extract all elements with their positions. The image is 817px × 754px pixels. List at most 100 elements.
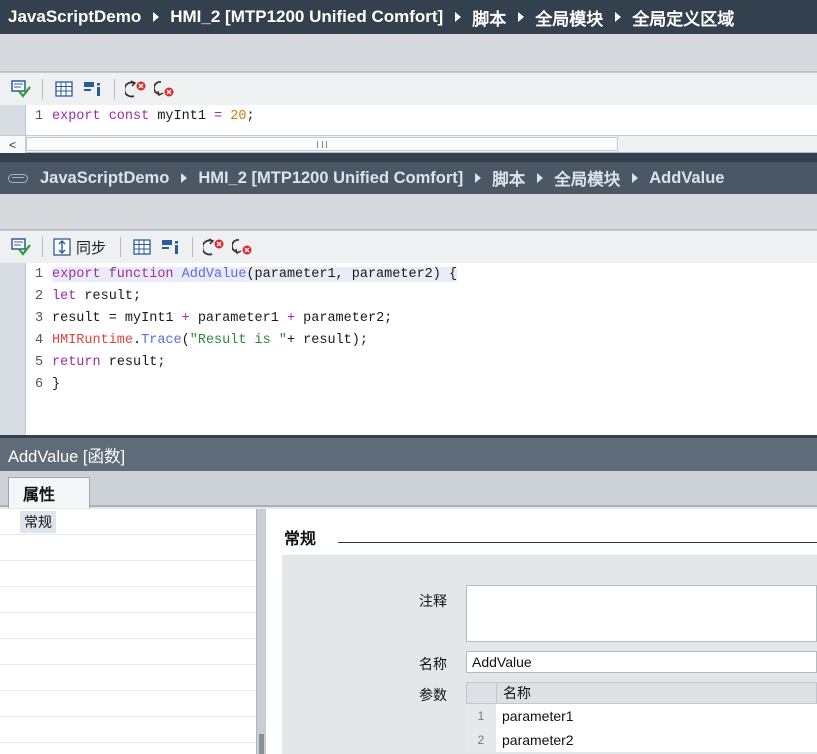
- breadcrumb-chevron-icon: [518, 12, 525, 22]
- redo-red-icon[interactable]: [232, 236, 254, 258]
- code-line[interactable]: 1 export const myInt1 = 20;: [26, 105, 255, 127]
- code-token: =: [214, 108, 231, 124]
- nav-row-empty: [0, 691, 256, 717]
- toolbar-separator: [192, 237, 194, 257]
- code-line[interactable]: 6}: [26, 373, 60, 395]
- properties-icon[interactable]: [82, 78, 104, 100]
- inspector-tabstrip: 属性: [0, 471, 817, 508]
- nav-row-empty: [0, 561, 256, 587]
- code-editor-addvalue[interactable]: 1 export function AddValue(parameter1, pa…: [0, 263, 817, 435]
- code-line[interactable]: 4 HMIRuntime.Trace("Result is "+ result);: [26, 329, 368, 351]
- line-number: 1: [34, 266, 44, 282]
- column-header-name[interactable]: 名称: [503, 683, 531, 703]
- check-in-icon[interactable]: [10, 236, 32, 258]
- horizontal-scrollbar[interactable]: <: [0, 135, 817, 153]
- code-token: ;: [246, 108, 255, 124]
- properties-icon[interactable]: [160, 236, 182, 258]
- sync-button[interactable]: 同步: [53, 237, 110, 258]
- nav-row-empty: [0, 639, 256, 665]
- breadcrumb-item[interactable]: HMI_2 [MTP1200 Unified Comfort]: [198, 169, 463, 188]
- table-grid-icon[interactable]: [53, 78, 75, 100]
- code-token: +: [181, 310, 198, 326]
- inspector-title: AddValue [函数]: [0, 438, 817, 471]
- breadcrumb-item[interactable]: 脚本: [472, 5, 506, 30]
- code-editor-global[interactable]: 1 export const myInt1 = 20;: [0, 105, 817, 135]
- param-name-cell[interactable]: parameter2: [496, 728, 817, 752]
- nav-row-empty: [0, 665, 256, 691]
- scroll-left-arrow[interactable]: <: [0, 136, 26, 153]
- inspector-content: 常规 注释 名称 AddValue 参数 名称 1 parameter1 2 p…: [266, 509, 817, 754]
- code-token: (parameter1, parameter2) {: [246, 266, 458, 282]
- code-text: HMIRuntime.Trace("Result is "+ result);: [52, 333, 368, 348]
- editor2-header-band: [0, 194, 817, 230]
- parameters-table: 名称 1 parameter1 2 parameter2: [466, 682, 817, 752]
- toolbar-separator: [120, 237, 122, 257]
- code-text: export const myInt1 = 20;: [52, 109, 255, 124]
- check-in-icon[interactable]: [10, 78, 32, 100]
- param-name-cell[interactable]: parameter1: [496, 704, 817, 728]
- table-grid-icon[interactable]: [131, 236, 153, 258]
- breadcrumb-item[interactable]: JavaScriptDemo: [8, 7, 141, 27]
- vertical-scroll-thumb[interactable]: [259, 734, 264, 754]
- params-label: 参数: [419, 687, 447, 703]
- vertical-scrollbar[interactable]: [256, 509, 266, 754]
- code-token: export const: [52, 108, 158, 124]
- sync-label: 同步: [76, 239, 107, 257]
- breadcrumb-chevron-icon: [181, 173, 188, 183]
- code-token: Trace: [141, 332, 182, 348]
- editor-gutter: [0, 263, 26, 435]
- line-number: 2: [34, 288, 44, 304]
- undo-red-icon[interactable]: [203, 236, 225, 258]
- redo-red-icon[interactable]: [154, 78, 176, 100]
- breadcrumb-item[interactable]: HMI_2 [MTP1200 Unified Comfort]: [170, 7, 443, 27]
- line-number: 3: [34, 310, 44, 326]
- nav-item-general[interactable]: 常规: [20, 511, 56, 533]
- pane-divider[interactable]: [0, 153, 817, 162]
- code-token: myInt1: [157, 108, 215, 124]
- table-row[interactable]: 2 parameter2: [466, 728, 817, 752]
- breadcrumb-item[interactable]: 全局模块: [535, 5, 603, 30]
- nav-row-empty: [0, 587, 256, 613]
- code-token: result;: [84, 288, 142, 304]
- code-token: "Result is ": [189, 332, 287, 348]
- comment-field[interactable]: [466, 585, 817, 642]
- code-text: }: [52, 377, 60, 392]
- breadcrumb-item[interactable]: AddValue: [649, 169, 724, 188]
- editor2-toolbar: 同步: [0, 230, 817, 263]
- nav-row[interactable]: 常规: [0, 509, 256, 535]
- section-title-general: 常规: [284, 531, 317, 548]
- code-text: let result;: [52, 289, 141, 304]
- code-token: (: [181, 332, 190, 348]
- code-line[interactable]: 3 result = myInt1 + parameter1 + paramete…: [26, 307, 392, 329]
- nav-row-empty: [0, 535, 256, 561]
- line-number: 6: [34, 376, 44, 392]
- table-row[interactable]: 1 parameter1: [466, 704, 817, 728]
- breadcrumb-chevron-icon: [615, 12, 622, 22]
- code-token: parameter2;: [303, 310, 393, 326]
- undo-red-icon[interactable]: [125, 78, 147, 100]
- scroll-grip-icon: [317, 141, 327, 148]
- breadcrumb-item[interactable]: JavaScriptDemo: [40, 169, 169, 188]
- breadcrumb-item[interactable]: 全局模块: [554, 166, 620, 190]
- scroll-thumb[interactable]: [26, 137, 618, 151]
- breadcrumb-chevron-icon: [153, 12, 160, 22]
- line-number: 4: [34, 332, 44, 348]
- code-line[interactable]: 2 let result;: [26, 285, 141, 307]
- code-token: result = myInt1: [52, 310, 182, 326]
- tab-properties[interactable]: 属性: [8, 477, 90, 508]
- breadcrumb-item[interactable]: 脚本: [492, 166, 525, 190]
- line-number: 1: [34, 108, 44, 124]
- code-line[interactable]: 1 export function AddValue(parameter1, pa…: [26, 263, 458, 285]
- breadcrumb-item[interactable]: 全局定义区域: [632, 5, 734, 30]
- code-line[interactable]: 5 return result;: [26, 351, 166, 373]
- code-token: +: [286, 310, 304, 326]
- code-token: 20: [230, 108, 247, 124]
- editor1-toolbar: [0, 72, 817, 105]
- code-token: .: [133, 332, 142, 348]
- name-field[interactable]: AddValue: [466, 651, 817, 673]
- toolbar-separator: [42, 237, 43, 257]
- collapse-icon[interactable]: [8, 173, 28, 183]
- breadcrumb-chevron-icon: [537, 173, 544, 183]
- code-token: let: [52, 288, 85, 304]
- table-header: 名称: [466, 682, 817, 704]
